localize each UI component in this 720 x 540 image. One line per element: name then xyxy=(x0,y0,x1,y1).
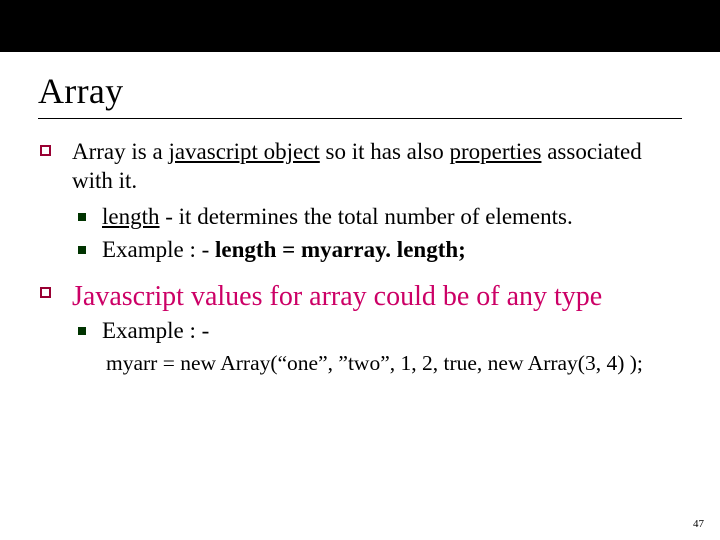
text-fragment: - it determines the total number of elem… xyxy=(160,204,573,229)
sub-bullet-list: Example : - xyxy=(72,316,682,345)
highlighted-text: Javascript values for array could be of … xyxy=(72,281,602,312)
text-fragment: Example : - xyxy=(102,237,215,262)
sub-bullet-item: Example : - length = myarray. length; xyxy=(72,235,682,264)
bold-text: length = myarray. length; xyxy=(215,237,466,262)
slide-content: Array Array is a javascript object so it… xyxy=(0,52,720,378)
underline-text: length xyxy=(102,204,160,229)
text-fragment: Array is a xyxy=(72,139,168,164)
underline-text: javascript object xyxy=(168,139,319,164)
bullet-item-1: Array is a javascript object so it has a… xyxy=(38,137,682,265)
decorative-top-bar xyxy=(0,0,720,52)
title-underline xyxy=(38,118,682,119)
page-number: 47 xyxy=(693,518,704,530)
sub-bullet-list: length - it determines the total number … xyxy=(72,202,682,265)
bullet-item-2: Javascript values for array could be of … xyxy=(38,279,682,378)
slide: Array Array is a javascript object so it… xyxy=(0,0,720,540)
code-example: myarr = new Array(“one”, ”two”, 1, 2, tr… xyxy=(106,349,682,378)
underline-text: properties xyxy=(450,139,542,164)
text-fragment: so it has also xyxy=(320,139,450,164)
bullet-list: Array is a javascript object so it has a… xyxy=(38,137,682,378)
sub-bullet-item: Example : - xyxy=(72,316,682,345)
text-fragment: Example : - xyxy=(102,318,209,343)
sub-bullet-item: length - it determines the total number … xyxy=(72,202,682,231)
slide-title: Array xyxy=(38,70,682,112)
